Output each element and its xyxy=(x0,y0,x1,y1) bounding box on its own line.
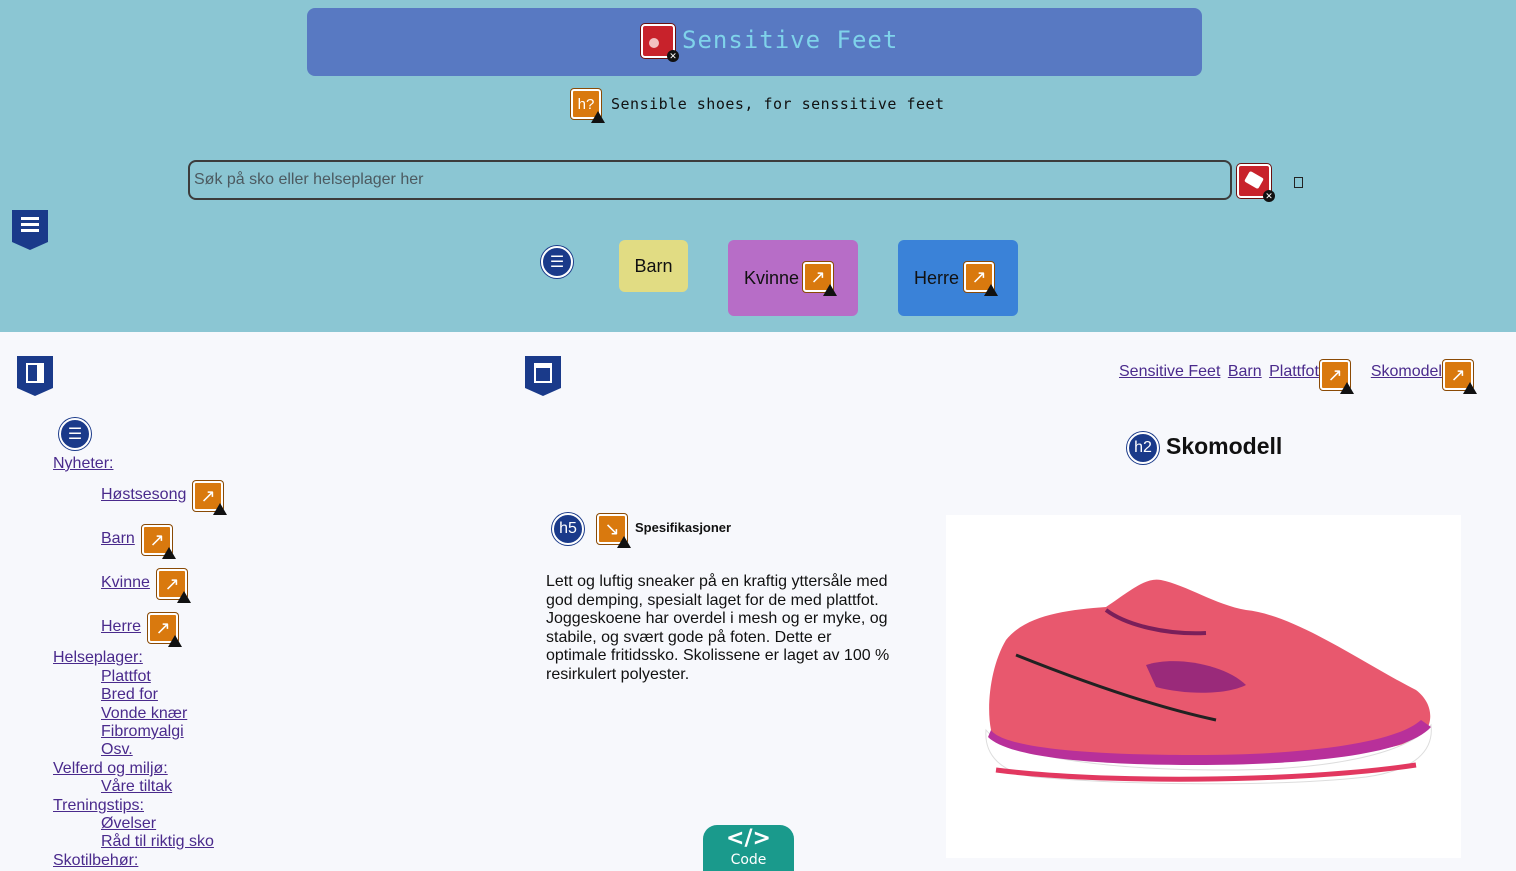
site-header: ✕ Sensitive Feet h? Sensible shoes, for … xyxy=(0,0,1516,332)
aside-shield-icon xyxy=(17,356,53,396)
sidebar-group-helseplager[interactable]: Helseplager: xyxy=(53,649,143,667)
sneaker-image xyxy=(985,579,1432,785)
breadcrumb-link-home[interactable]: Sensitive Feet xyxy=(1119,363,1220,380)
sidebar-item-bred-for[interactable]: Bred for xyxy=(101,686,158,704)
nav-button-barn[interactable]: Barn xyxy=(619,240,688,292)
breadcrumb-link-barn[interactable]: Barn xyxy=(1228,363,1262,380)
external-link-warning-icon: ↗ xyxy=(1443,360,1477,394)
sidebar-item-osv[interactable]: Osv. xyxy=(101,741,133,759)
sidebar-item-ovelser[interactable]: Øvelser xyxy=(101,815,156,833)
close-badge-icon: ✕ xyxy=(667,50,679,62)
tagline: Sensible shoes, for senssitive feet xyxy=(611,95,945,113)
sidebar-item-herre[interactable]: Herre xyxy=(101,618,141,636)
code-icon: </> xyxy=(726,826,771,851)
product-description: Lett og luftig sneaker på en kraftig ytt… xyxy=(546,573,890,683)
sidebar-group-nyheter[interactable]: Nyheter: xyxy=(53,455,113,473)
sidebar-item-fibromyalgi[interactable]: Fibromyalgi xyxy=(101,723,184,741)
sidebar-group-treningstips[interactable]: Treningstips: xyxy=(53,797,144,815)
h5-badge-icon: h5 xyxy=(552,513,584,545)
h2-badge-icon: h2 xyxy=(1127,432,1159,464)
missing-glyph-icon xyxy=(1294,177,1303,188)
sidebar-group-velferd[interactable]: Velferd og miljø: xyxy=(53,760,168,778)
external-link-warning-icon: ↗ xyxy=(803,262,837,296)
breadcrumb-link-skomodell[interactable]: Skomodell xyxy=(1371,363,1446,380)
external-link-warning-icon: ↗ xyxy=(964,262,998,296)
product-heading: Skomodell xyxy=(1166,433,1283,459)
external-link-warning-icon: ↗ xyxy=(157,569,191,603)
external-link-warning-icon: ↗ xyxy=(148,613,182,647)
external-link-warning-icon: ↗ xyxy=(1320,360,1354,394)
nav-label-herre: Herre xyxy=(914,267,960,288)
sidebar-item-kvinne[interactable]: Kvinne xyxy=(101,574,150,592)
heading-question-icon: h? xyxy=(571,89,605,123)
sidebar-item-vare-tiltak[interactable]: Våre tiltak xyxy=(101,778,172,796)
tag-icon[interactable]: ✕ xyxy=(1237,164,1275,202)
section-shield-icon xyxy=(525,356,561,396)
sidebar-item-vonde-knaer[interactable]: Vonde knær xyxy=(101,705,187,723)
list-icon: ☰ xyxy=(541,246,573,278)
external-link-warning-icon: ↗ xyxy=(193,481,227,515)
sidebar-item-rad-til-riktig-sko[interactable]: Råd til riktig sko xyxy=(101,833,214,851)
product-image xyxy=(946,515,1461,858)
specs-heading: Spesifikasjoner xyxy=(635,520,732,535)
sidebar-item-hostsesong[interactable]: Høstsesong xyxy=(101,486,186,504)
code-label: Code xyxy=(730,852,767,868)
nav-label-kvinne: Kvinne xyxy=(744,267,800,288)
nav-button-herre[interactable]: Herre xyxy=(898,240,1018,316)
heading-link-warning-icon: ↘ xyxy=(597,514,631,548)
nav-button-kvinne[interactable]: Kvinne xyxy=(728,240,858,316)
sidebar-item-plattfot[interactable]: Plattfot xyxy=(101,668,151,686)
sidebar-group-skotilbehor[interactable]: Skotilbehør: xyxy=(53,852,138,870)
breadcrumb-link-plattfot[interactable]: Plattfot xyxy=(1269,363,1319,380)
image-warning-icon: ✕ xyxy=(641,24,679,62)
sidebar-item-barn[interactable]: Barn xyxy=(101,530,135,548)
breadcrumb: Sensitive Feet Barn Plattfot Skomodell xyxy=(1119,363,1449,381)
html5-shield-icon xyxy=(12,210,48,250)
site-title: Sensitive Feet xyxy=(682,26,899,54)
external-link-warning-icon: ↗ xyxy=(142,525,176,559)
close-badge-icon: ✕ xyxy=(1263,190,1275,202)
code-toggle-button[interactable]: </> Code xyxy=(703,825,794,871)
list-icon: ☰ xyxy=(59,418,91,450)
nav-label-barn: Barn xyxy=(634,255,673,276)
search-input[interactable] xyxy=(188,160,1232,200)
